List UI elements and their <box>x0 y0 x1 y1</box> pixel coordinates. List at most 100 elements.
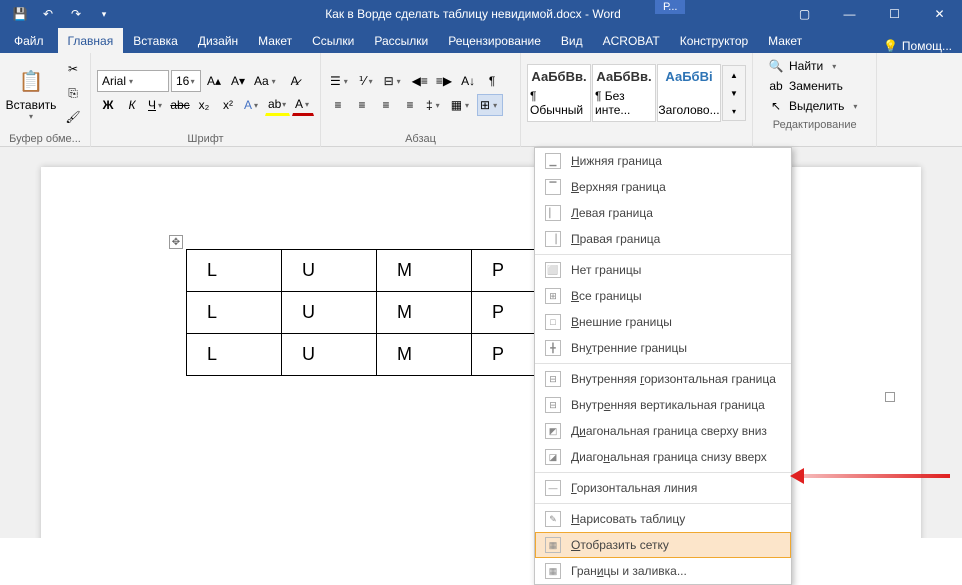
justify-button[interactable]: ≡ <box>399 94 421 116</box>
font-size-combo[interactable]: 16▾ <box>171 70 201 92</box>
table-cell[interactable]: M <box>377 334 472 376</box>
bullets-button[interactable]: ☰▾ <box>327 70 354 92</box>
border-type-icon: ⊞ <box>545 288 561 304</box>
tab-file[interactable]: Файл <box>0 28 58 53</box>
borders-button[interactable]: ⊞▾ <box>477 94 503 116</box>
replace-button[interactable]: abЗаменить <box>767 77 862 95</box>
format-painter-button[interactable]: 🖌 <box>62 106 84 128</box>
tab-table-layout[interactable]: Макет <box>758 28 812 53</box>
grow-font-button[interactable]: A▴ <box>203 70 225 92</box>
menu-item-border[interactable]: ▕Правая граница <box>535 226 791 252</box>
save-button[interactable]: 💾 <box>8 2 32 26</box>
underline-button[interactable]: Ч▾ <box>145 94 167 116</box>
highlight-button[interactable]: ab▾ <box>265 94 290 116</box>
chevron-down-icon: ▾ <box>26 112 36 121</box>
table-resize-handle[interactable] <box>885 392 895 402</box>
menu-item-border[interactable]: □Внешние границы <box>535 309 791 335</box>
style-normal[interactable]: АаБбВв. ¶ Обычный <box>527 64 591 122</box>
table-cell[interactable]: L <box>187 334 282 376</box>
menu-item-label: Диагональная граница сверху вниз <box>571 424 767 438</box>
table-cell[interactable]: M <box>377 250 472 292</box>
tab-acrobat[interactable]: ACROBAT <box>593 28 670 53</box>
tab-layout[interactable]: Макет <box>248 28 302 53</box>
menu-item-border[interactable]: ◪Диагональная граница снизу вверх <box>535 444 791 470</box>
font-color-button[interactable]: A▾ <box>292 94 314 116</box>
paste-button[interactable]: 📋 Вставить ▾ <box>6 62 56 125</box>
borders-dropdown-menu: ▁Нижняя граница▔Верхняя граница▏Левая гр… <box>534 147 792 585</box>
search-icon: 🔍 <box>769 59 783 73</box>
styles-scroll-up[interactable]: ▲ <box>723 66 745 84</box>
style-heading1[interactable]: АаБбВі Заголово... <box>657 64 721 122</box>
table-cell[interactable]: M <box>377 292 472 334</box>
tab-references[interactable]: Ссылки <box>302 28 364 53</box>
table-move-handle[interactable]: ✥ <box>169 235 183 249</box>
decrease-indent-button[interactable]: ◀≡ <box>409 70 431 92</box>
tab-review[interactable]: Рецензирование <box>438 28 551 53</box>
bold-button[interactable]: Ж <box>97 94 119 116</box>
tab-mailings[interactable]: Рассылки <box>364 28 438 53</box>
tab-design[interactable]: Дизайн <box>188 28 248 53</box>
increase-indent-button[interactable]: ≡▶ <box>433 70 455 92</box>
copy-button[interactable]: ⎘ <box>62 82 84 104</box>
shading-button[interactable]: ▦▾ <box>448 94 475 116</box>
menu-item-border[interactable]: ▔Верхняя граница <box>535 174 791 200</box>
minimize-button[interactable]: — <box>827 0 872 28</box>
redo-button[interactable]: ↷ <box>64 2 88 26</box>
superscript-button[interactable]: x² <box>217 94 239 116</box>
find-button[interactable]: 🔍Найти▾ <box>767 57 862 75</box>
menu-item-border[interactable]: ⊟Внутренняя вертикальная граница <box>535 392 791 418</box>
border-type-icon: □ <box>545 314 561 330</box>
shrink-font-button[interactable]: A▾ <box>227 70 249 92</box>
group-paragraph: ☰▾ ⅟▾ ⊟▾ ◀≡ ≡▶ A↓ ¶ ≡ ≡ ≡ ≡ ‡▾ ▦▾ ⊞▾ Абз… <box>321 53 521 147</box>
strikethrough-button[interactable]: abc <box>169 94 191 116</box>
maximize-button[interactable]: ☐ <box>872 0 917 28</box>
border-type-icon: ⊟ <box>545 371 561 387</box>
numbering-button[interactable]: ⅟▾ <box>356 70 379 92</box>
menu-item-border[interactable]: ⊞Все границы <box>535 283 791 309</box>
show-marks-button[interactable]: ¶ <box>481 70 503 92</box>
multilevel-list-button[interactable]: ⊟▾ <box>381 70 407 92</box>
align-center-button[interactable]: ≡ <box>351 94 373 116</box>
table-cell[interactable]: L <box>187 250 282 292</box>
ribbon-display-options[interactable]: ▢ <box>782 0 827 28</box>
align-right-button[interactable]: ≡ <box>375 94 397 116</box>
align-left-button[interactable]: ≡ <box>327 94 349 116</box>
styles-scroll-down[interactable]: ▼ <box>723 84 745 102</box>
menu-item-border[interactable]: ▁Нижняя граница <box>535 148 791 174</box>
menu-item-border[interactable]: ⬜Нет границы <box>535 257 791 283</box>
tab-table-design[interactable]: Конструктор <box>670 28 758 53</box>
cut-button[interactable]: ✂ <box>62 58 84 80</box>
menu-item-border[interactable]: ╋Внутренние границы <box>535 335 791 361</box>
tell-me-text[interactable]: Помощ... <box>902 39 952 53</box>
styles-more[interactable]: ▾ <box>723 102 745 120</box>
font-name-combo[interactable]: Arial▾ <box>97 70 169 92</box>
table-cell[interactable]: U <box>282 250 377 292</box>
qat-more-button[interactable]: ▾ <box>92 2 116 26</box>
line-spacing-button[interactable]: ‡▾ <box>423 94 446 116</box>
style-no-spacing[interactable]: АаБбВв. ¶ Без инте... <box>592 64 656 122</box>
border-type-icon: ⬜ <box>545 262 561 278</box>
menu-item-border[interactable]: ▦Отобразить сетку <box>535 532 791 558</box>
menu-item-border[interactable]: ▦Границы и заливка... <box>535 558 791 584</box>
menu-item-border[interactable]: ◩Диагональная граница сверху вниз <box>535 418 791 444</box>
table-cell[interactable]: L <box>187 292 282 334</box>
undo-button[interactable]: ↶ <box>36 2 60 26</box>
tab-insert[interactable]: Вставка <box>123 28 188 53</box>
subscript-button[interactable]: x₂ <box>193 94 215 116</box>
change-case-button[interactable]: Aa▾ <box>251 70 282 92</box>
table-cell[interactable]: U <box>282 334 377 376</box>
close-button[interactable]: ✕ <box>917 0 962 28</box>
tab-view[interactable]: Вид <box>551 28 593 53</box>
italic-button[interactable]: К <box>121 94 143 116</box>
group-label-font: Шрифт <box>97 131 314 147</box>
clear-formatting-button[interactable]: A̷ <box>284 70 306 92</box>
text-effects-button[interactable]: A▾ <box>241 94 263 116</box>
tab-home[interactable]: Главная <box>58 28 124 53</box>
menu-item-border[interactable]: ▏Левая граница <box>535 200 791 226</box>
menu-item-border[interactable]: ✎Нарисовать таблицу <box>535 506 791 532</box>
menu-item-border[interactable]: ⊟Внутренняя горизонтальная граница <box>535 366 791 392</box>
select-button[interactable]: ↖Выделить▾ <box>767 97 862 115</box>
sort-button[interactable]: A↓ <box>457 70 479 92</box>
menu-item-border[interactable]: —Горизонтальная линия <box>535 475 791 501</box>
table-cell[interactable]: U <box>282 292 377 334</box>
